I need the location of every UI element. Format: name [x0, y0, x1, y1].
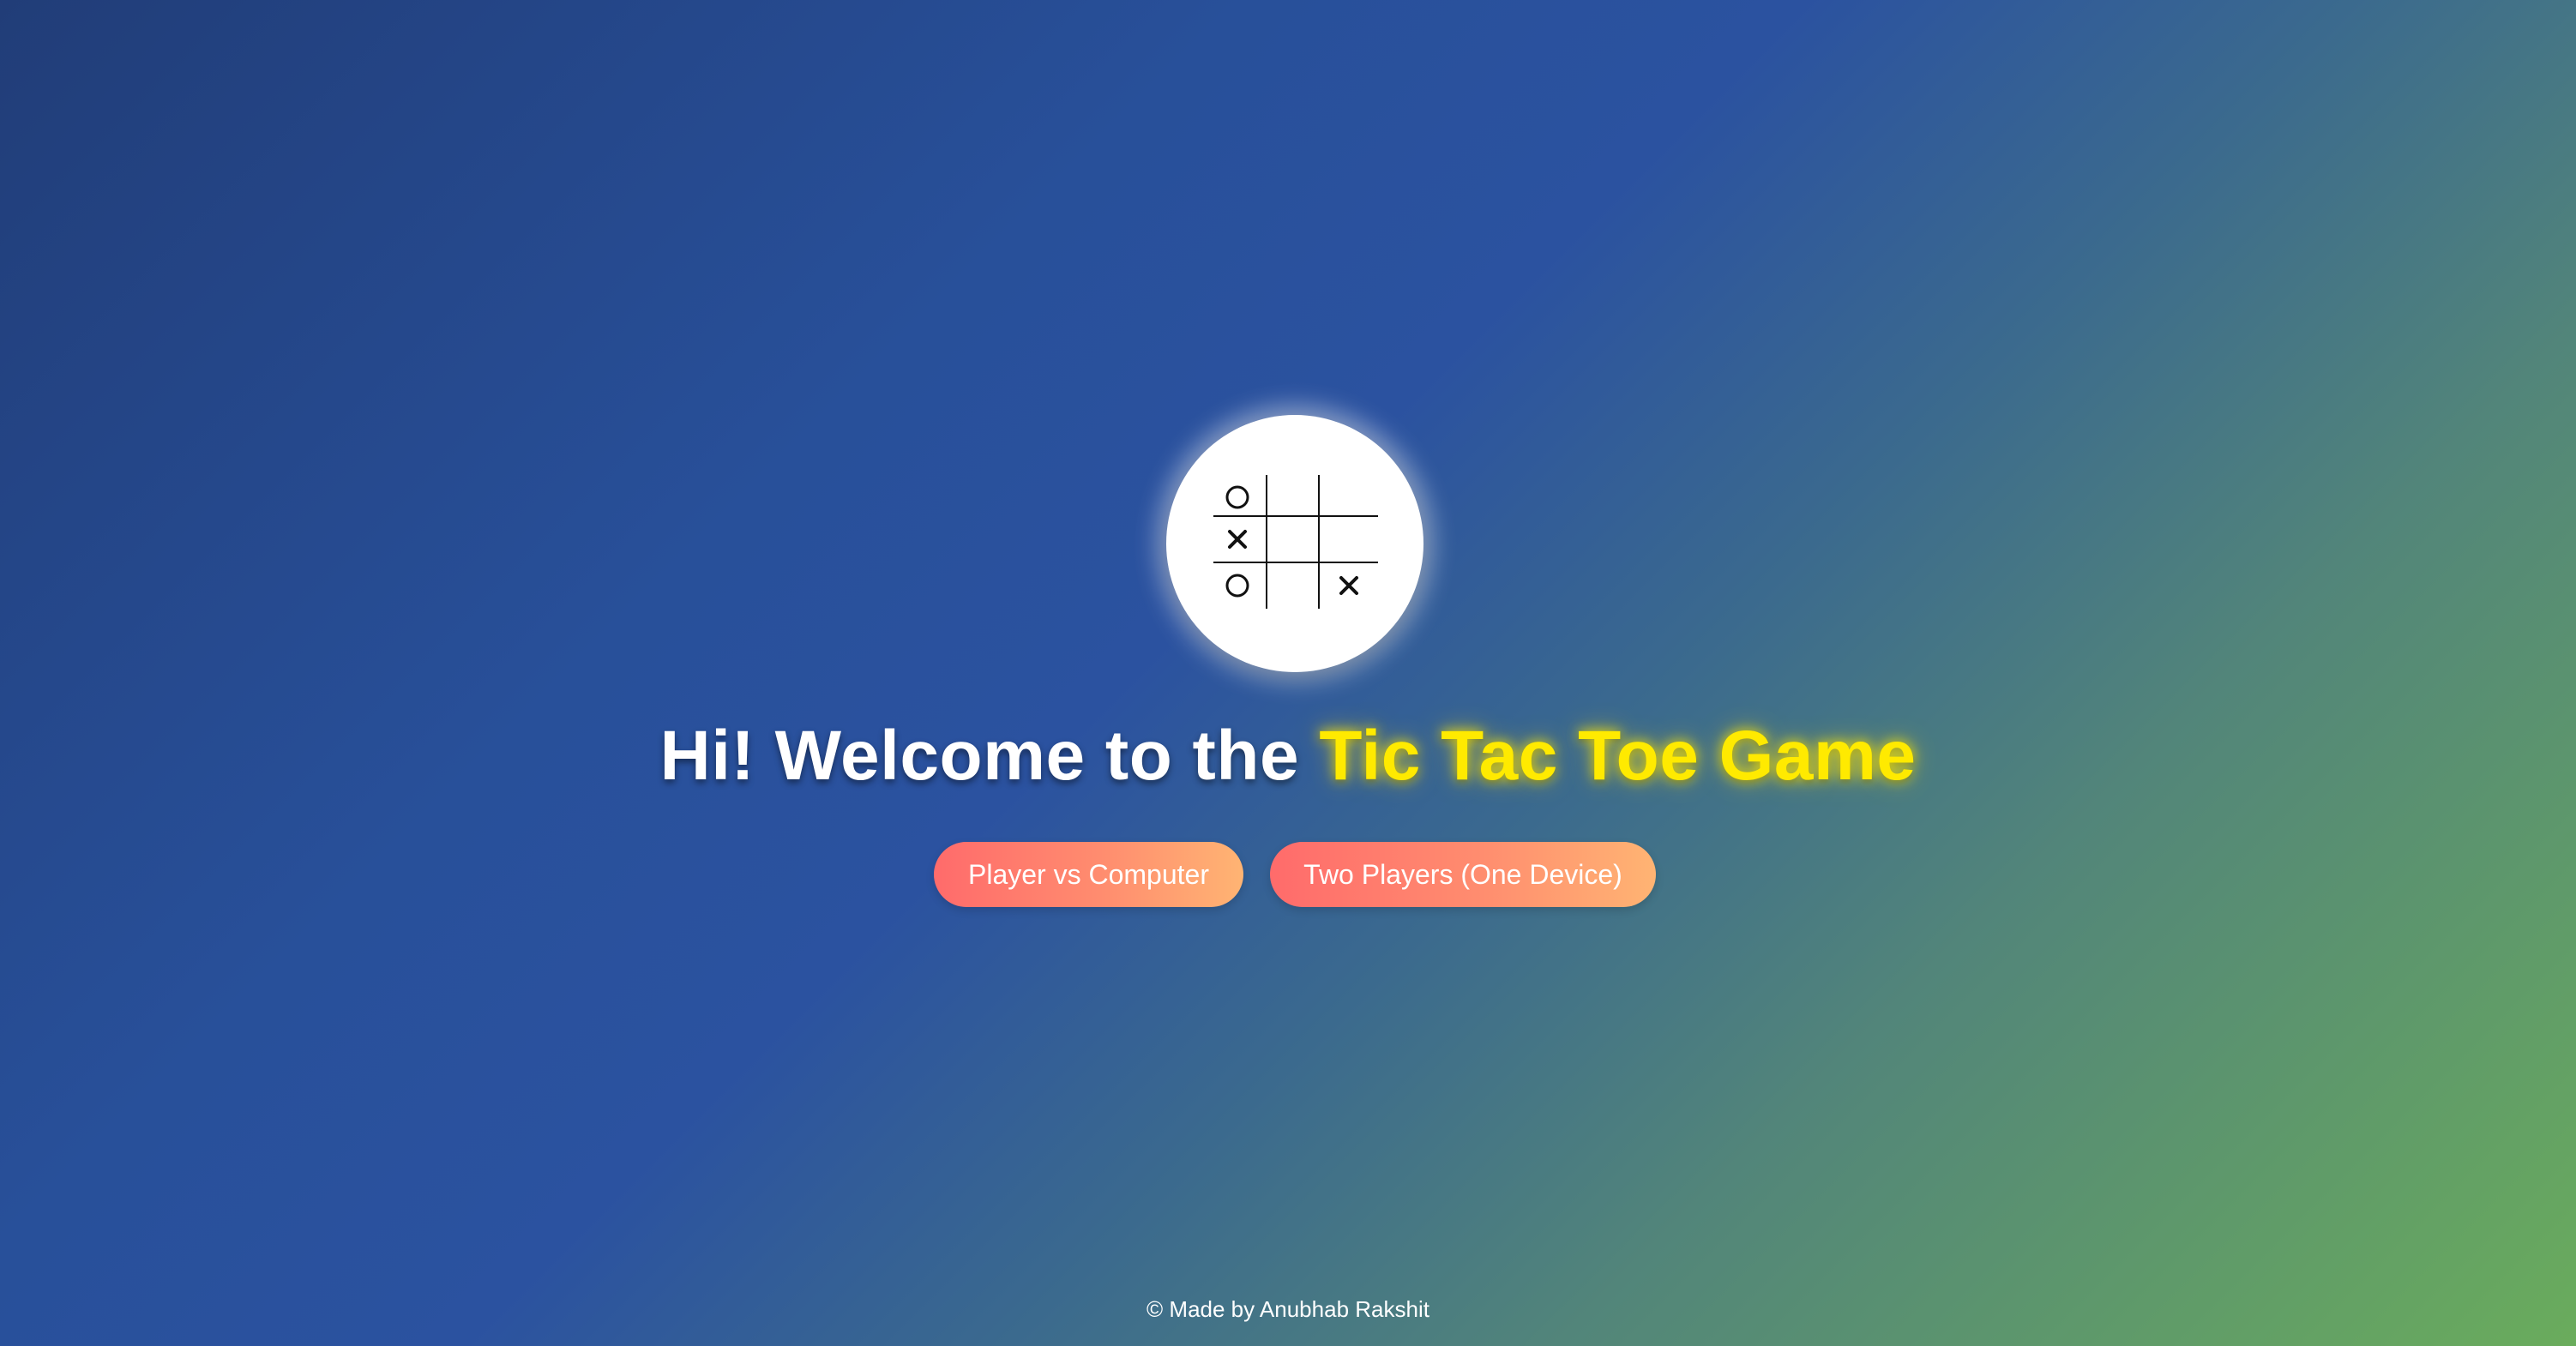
game-logo — [1166, 415, 1423, 672]
welcome-prefix: Hi! Welcome to the — [659, 717, 1320, 795]
two-players-button[interactable]: Two Players (One Device) — [1270, 842, 1656, 907]
o-mark-icon — [1225, 574, 1249, 598]
x-mark-icon — [1228, 530, 1247, 549]
game-title: Tic Tac Toe Game — [1319, 717, 1917, 795]
tic-tac-toe-board-icon — [1213, 475, 1378, 609]
o-mark-icon — [1225, 485, 1249, 509]
player-vs-computer-button[interactable]: Player vs Computer — [934, 842, 1243, 907]
welcome-heading: Hi! Welcome to the Tic Tac Toe Game — [0, 713, 2576, 799]
footer-credit: © Made by Anubhab Rakshit — [1147, 1296, 1429, 1322]
x-mark-icon — [1339, 576, 1358, 595]
